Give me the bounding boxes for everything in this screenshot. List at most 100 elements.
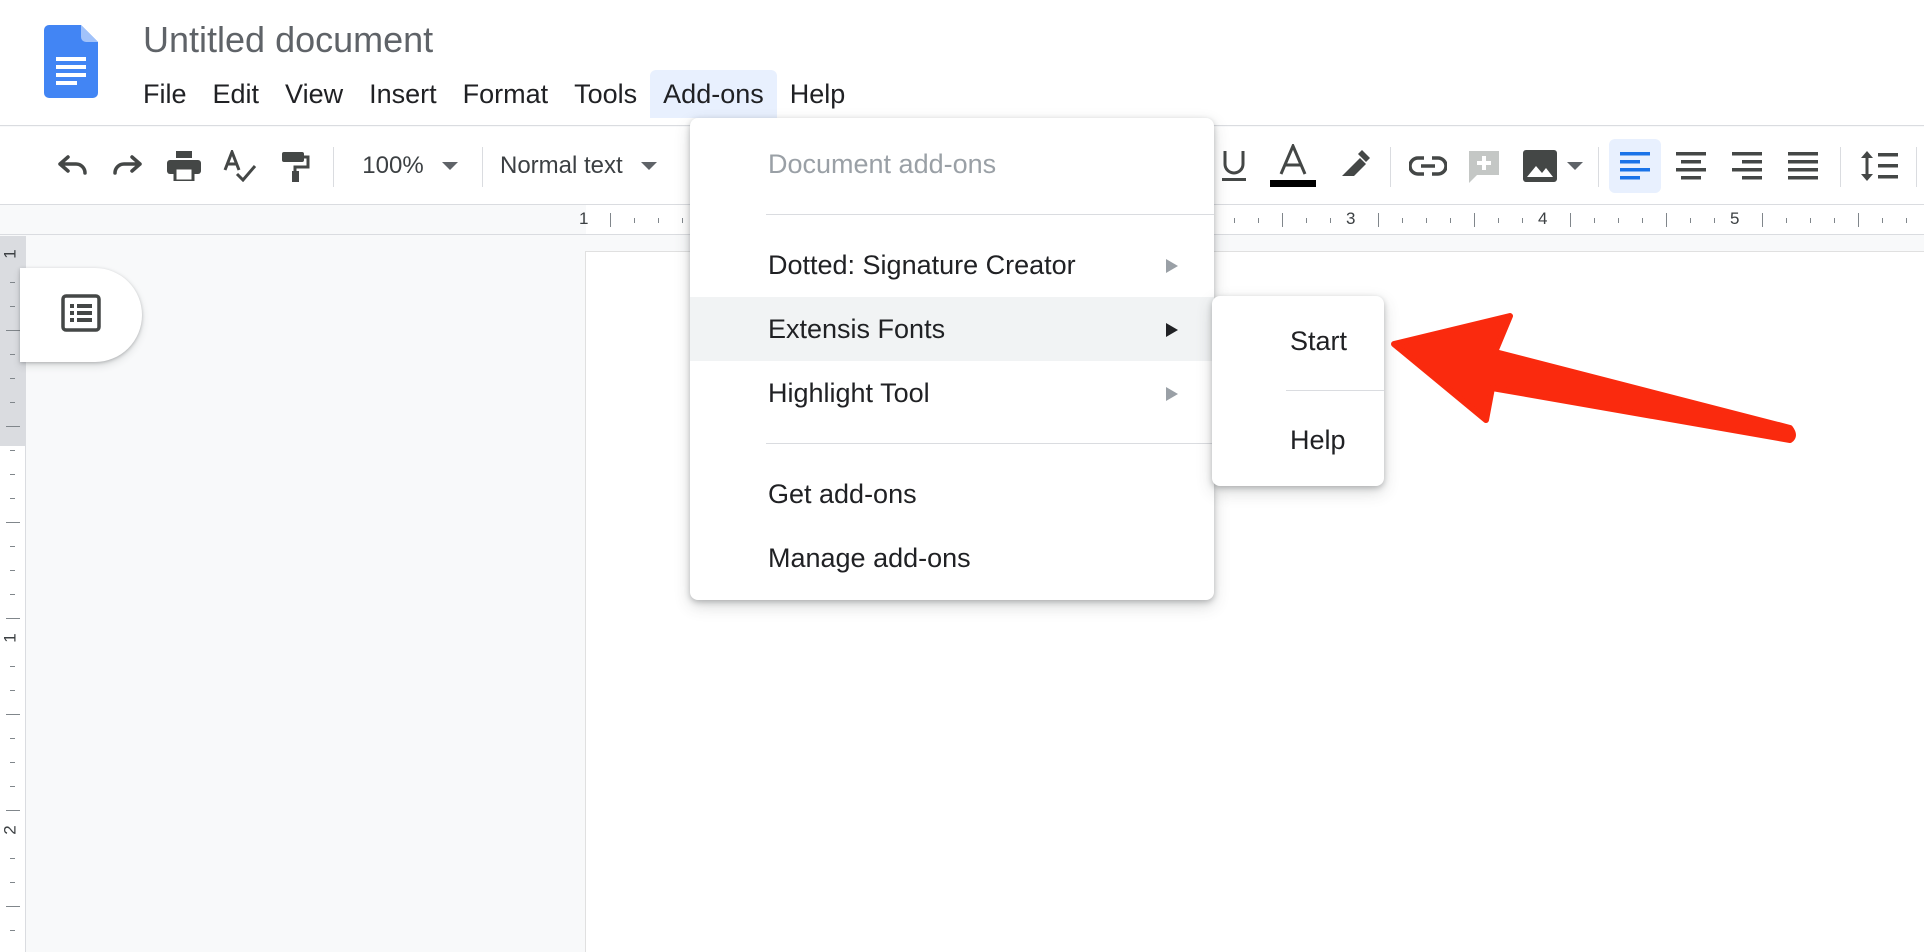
ruler-tick	[1882, 218, 1883, 223]
ruler-tick	[1402, 218, 1403, 223]
addon-label: Highlight Tool	[768, 378, 930, 408]
underline-icon[interactable]	[1216, 127, 1252, 205]
ruler-tick	[10, 738, 15, 739]
ruler-tick	[1306, 218, 1307, 223]
ruler-tick	[1810, 218, 1811, 223]
ruler-tick	[6, 906, 20, 907]
ruler-tick	[10, 570, 15, 571]
ruler-tick	[1666, 213, 1667, 227]
ruler-tick	[6, 330, 20, 331]
ruler-tick	[6, 522, 20, 523]
ruler-tick	[682, 218, 683, 223]
addon-dotted-signature-creator[interactable]: Dotted: Signature Creator	[690, 233, 1214, 297]
ruler-tick	[1906, 218, 1907, 223]
toolbar-divider	[1916, 147, 1917, 187]
ruler-tick	[10, 474, 15, 475]
align-left-icon[interactable]	[1612, 127, 1658, 205]
menu-file[interactable]: File	[130, 70, 200, 118]
ruler-tick	[1762, 213, 1763, 227]
menubar: File Edit View Insert Format Tools Add-o…	[130, 70, 858, 118]
toolbar-divider	[1598, 147, 1599, 187]
submenu-help-item[interactable]: Help	[1212, 409, 1384, 471]
ruler-tick	[10, 498, 15, 499]
zoom-value: 100%	[362, 152, 424, 179]
ruler-tick	[10, 786, 15, 787]
insert-image-icon[interactable]	[1518, 127, 1588, 205]
ruler-tick	[1234, 218, 1235, 223]
zoom-select[interactable]: 100%	[350, 127, 470, 205]
ruler-tick	[10, 762, 15, 763]
style-value: Normal text	[500, 152, 623, 179]
ruler-tick	[1498, 218, 1499, 223]
print-icon[interactable]	[162, 127, 206, 205]
submenu-arrow-icon	[1166, 387, 1178, 401]
text-color-icon[interactable]	[1270, 127, 1316, 205]
ruler-number: 2	[0, 825, 20, 835]
line-spacing-icon[interactable]	[1856, 127, 1902, 205]
addon-extensis-fonts[interactable]: Extensis Fonts	[690, 297, 1214, 361]
paint-format-icon[interactable]	[274, 127, 318, 205]
toolbar-divider	[482, 147, 483, 187]
document-title[interactable]: Untitled document	[143, 18, 433, 62]
ruler-tick	[1642, 218, 1643, 223]
menu-divider	[766, 214, 1214, 215]
addon-highlight-tool[interactable]: Highlight Tool	[690, 361, 1214, 425]
menu-view[interactable]: View	[272, 70, 356, 118]
docs-header: Untitled document File Edit View Insert …	[0, 0, 1924, 126]
get-addons-item[interactable]: Get add-ons	[690, 462, 1214, 526]
menu-divider	[1286, 390, 1384, 391]
extensis-fonts-submenu: Start Help	[1212, 296, 1384, 486]
chevron-down-icon	[1567, 162, 1583, 170]
ruler-tick	[6, 426, 20, 427]
align-right-icon[interactable]	[1724, 127, 1770, 205]
menu-addons[interactable]: Add-ons	[650, 70, 777, 118]
ruler-number: 5	[1730, 209, 1740, 228]
ruler-number: 1	[579, 209, 589, 228]
ruler-tick	[10, 282, 15, 283]
ruler-tick	[10, 450, 15, 451]
undo-icon[interactable]	[50, 127, 94, 205]
redo-icon[interactable]	[106, 127, 150, 205]
submenu-start-item[interactable]: Start	[1212, 310, 1384, 372]
addon-label: Extensis Fonts	[768, 314, 946, 344]
ruler-tick	[1450, 218, 1451, 223]
ruler-tick	[1282, 213, 1283, 227]
ruler-tick	[10, 930, 15, 931]
add-comment-icon[interactable]	[1462, 127, 1506, 205]
menu-help[interactable]: Help	[777, 70, 859, 118]
manage-addons-item[interactable]: Manage add-ons	[690, 526, 1214, 590]
ruler-tick	[1594, 218, 1595, 223]
ruler-tick	[10, 354, 15, 355]
highlight-color-icon[interactable]	[1334, 127, 1374, 205]
ruler-tick	[1570, 213, 1571, 227]
menu-format[interactable]: Format	[450, 70, 562, 118]
document-outline-button[interactable]	[20, 268, 142, 362]
toolbar-divider	[1840, 147, 1841, 187]
menu-edit[interactable]: Edit	[200, 70, 273, 118]
style-select[interactable]: Normal text	[500, 127, 690, 205]
spellcheck-icon[interactable]	[218, 127, 262, 205]
submenu-arrow-icon	[1166, 259, 1178, 273]
ruler-tick	[1690, 218, 1691, 223]
ruler-tick	[1618, 218, 1619, 223]
menu-tools[interactable]: Tools	[561, 70, 650, 118]
ruler-tick	[1834, 218, 1835, 223]
link-icon[interactable]	[1406, 127, 1450, 205]
ruler-tick	[610, 213, 611, 227]
ruler-tick	[1786, 218, 1787, 223]
google-docs-icon[interactable]	[44, 25, 98, 98]
toolbar-divider	[333, 147, 334, 187]
ruler-tick	[10, 666, 15, 667]
ruler-number: 1	[0, 249, 20, 259]
toolbar-divider	[1390, 147, 1391, 187]
ruler-tick	[10, 858, 15, 859]
justify-icon[interactable]	[1780, 127, 1826, 205]
addon-label: Dotted: Signature Creator	[768, 250, 1076, 280]
chevron-down-icon	[640, 162, 657, 170]
ruler-tick	[6, 618, 20, 619]
ruler-tick	[1474, 213, 1475, 227]
align-center-icon[interactable]	[1668, 127, 1714, 205]
ruler-tick	[6, 810, 20, 811]
menu-insert[interactable]: Insert	[356, 70, 450, 118]
ruler-tick	[10, 690, 15, 691]
